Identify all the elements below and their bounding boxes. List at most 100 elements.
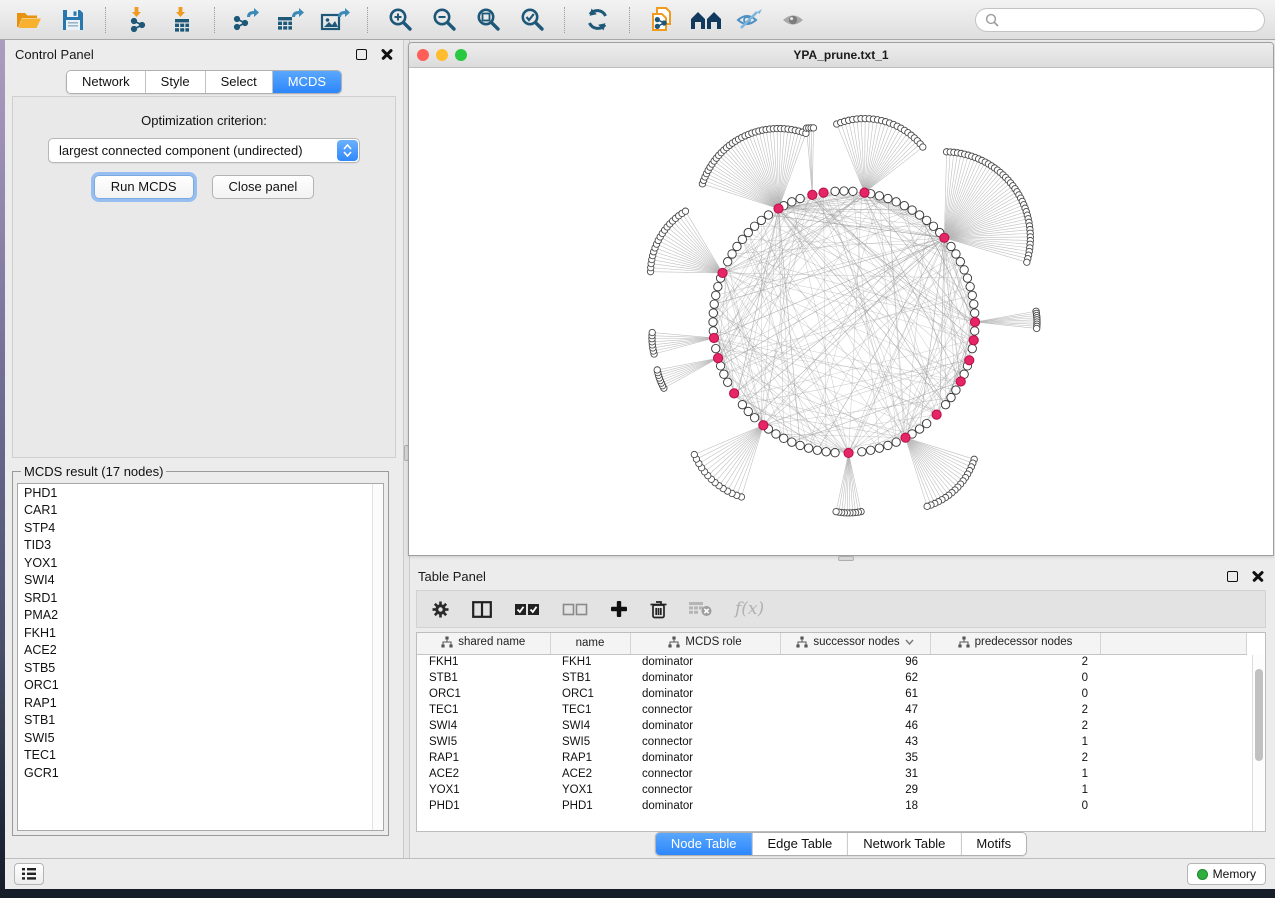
list-item[interactable]: FKH1 [18,624,383,642]
table-tab-edge-table[interactable]: Edge Table [752,833,848,855]
list-item[interactable]: CAR1 [18,502,383,520]
table-tab-network-table[interactable]: Network Table [848,833,961,855]
optimization-criterion-select[interactable]: largest connected component (undirected) [48,138,360,163]
import-network-button[interactable] [119,4,157,36]
close-panel-button[interactable]: Close panel [212,175,315,199]
column-header-predecessor-nodes[interactable]: predecessor nodes [930,633,1100,654]
show-all-button[interactable] [775,4,813,36]
list-item[interactable]: STB5 [18,659,383,677]
table-row[interactable]: RAP1RAP1dominator352 [417,750,1247,766]
list-item[interactable]: STB1 [18,712,383,730]
table-row[interactable]: PHD1PHD1dominator180 [417,798,1247,814]
task-history-button[interactable] [14,863,44,885]
memory-status-icon [1197,869,1208,880]
network-window-titlebar[interactable]: YPA_prune.txt_1 [409,43,1273,68]
open-session-button[interactable] [10,4,48,36]
zoom-selected-button[interactable] [513,4,551,36]
settings-gear-icon[interactable] [431,600,450,619]
list-item[interactable]: RAP1 [18,694,383,712]
hide-selected-button[interactable] [731,4,769,36]
zoom-out-button[interactable] [425,4,463,36]
network-canvas[interactable] [409,68,1273,555]
duplicate-network-button[interactable] [643,4,681,36]
column-header-shared-name[interactable]: shared name [417,633,550,654]
network-window-title: YPA_prune.txt_1 [409,48,1273,62]
deselect-all-icon[interactable] [562,603,588,616]
table-cell: SWI5 [550,734,630,750]
export-network-button[interactable] [228,4,266,36]
export-image-button[interactable] [316,4,354,36]
list-item[interactable]: SWI5 [18,729,383,747]
first-neighbors-button[interactable] [687,4,725,36]
toolbar-separator [214,7,215,33]
table-cell [1100,750,1247,766]
table-tab-node-table[interactable]: Node Table [656,833,753,855]
zoom-fit-button[interactable] [469,4,507,36]
column-header-name[interactable]: name [550,633,630,654]
list-item[interactable]: STP4 [18,519,383,537]
list-item[interactable]: SRD1 [18,589,383,607]
close-panel-icon[interactable] [381,48,393,60]
table-row[interactable]: ORC1ORC1dominator610 [417,686,1247,702]
close-panel-icon[interactable] [1252,570,1264,582]
tab-mcds[interactable]: MCDS [273,71,341,93]
zoom-in-button[interactable] [381,4,419,36]
split-columns-icon[interactable] [472,601,492,618]
list-item[interactable]: TEC1 [18,747,383,765]
list-item[interactable]: YOX1 [18,554,383,572]
table-cell: 43 [780,734,930,750]
table-cell: 18 [780,798,930,814]
table-row[interactable]: YOX1YOX1connector291 [417,782,1247,798]
table-tab-motifs[interactable]: Motifs [961,833,1026,855]
graph-node [915,211,923,219]
float-panel-icon[interactable] [356,49,367,60]
table-row[interactable]: STB1STB1dominator620 [417,670,1247,686]
graph-node [875,192,883,200]
list-item[interactable]: TID3 [18,537,383,555]
splitter-handle[interactable] [838,556,854,561]
column-header-MCDS-role[interactable]: MCDS role [630,633,780,654]
table-row[interactable]: SWI5SWI5connector431 [417,734,1247,750]
mcds-node [956,377,965,386]
table-cell: 1 [930,734,1100,750]
list-item[interactable]: SWI4 [18,572,383,590]
select-all-icon[interactable] [514,603,540,616]
list-item[interactable]: GCR1 [18,764,383,782]
run-mcds-button[interactable]: Run MCDS [94,175,194,199]
list-item[interactable]: PHD1 [18,484,383,502]
delete-column-icon[interactable] [650,600,667,619]
graph-node [744,228,752,236]
list-item[interactable]: ACE2 [18,642,383,660]
search-input[interactable] [1005,13,1255,27]
column-header-successor-nodes[interactable]: successor nodes [780,633,930,654]
float-panel-icon[interactable] [1227,571,1238,582]
table-scrollbar[interactable] [1252,655,1265,831]
graph-node [922,419,930,427]
list-item[interactable]: ORC1 [18,677,383,695]
tab-style[interactable]: Style [146,71,206,93]
refresh-view-button[interactable] [578,4,616,36]
table-row[interactable]: SWI4SWI4dominator462 [417,718,1247,734]
list-item[interactable]: PMA2 [18,607,383,625]
graph-node [963,274,971,282]
add-column-icon[interactable] [610,600,628,618]
table-row[interactable]: FKH1FKH1dominator962 [417,654,1247,670]
table-row[interactable]: TEC1TEC1connector472 [417,702,1247,718]
import-table-button[interactable] [163,4,201,36]
tab-select[interactable]: Select [206,71,273,93]
graph-node [908,206,916,214]
graph-node [924,503,930,509]
memory-button[interactable]: Memory [1187,863,1266,885]
list-scrollbar[interactable] [372,484,383,830]
table-row[interactable]: ACE2ACE2connector311 [417,766,1247,782]
table-cell: YOX1 [417,782,550,798]
mcds-result-list[interactable]: PHD1CAR1STP4TID3YOX1SWI4SRD1PMA2FKH1ACE2… [17,483,384,831]
search-field[interactable] [975,8,1265,32]
export-table-button[interactable] [272,4,310,36]
control-panel-header: Control Panel [5,40,403,68]
table-cell: connector [630,702,780,718]
table-cell: 0 [930,686,1100,702]
save-session-button[interactable] [54,4,92,36]
tab-network[interactable]: Network [67,71,146,93]
table-scrollbar-thumb[interactable] [1255,669,1263,761]
